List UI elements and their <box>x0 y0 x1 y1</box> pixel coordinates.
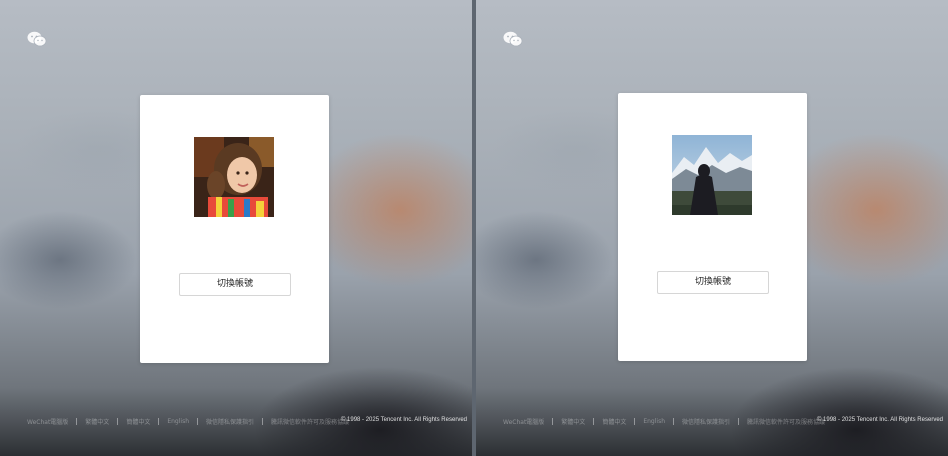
footer-link-wechat-pc[interactable]: WeChat電腦版 <box>503 417 544 426</box>
wechat-logo-icon <box>503 31 523 47</box>
footer-link-traditional-chinese[interactable]: 繁體中文 <box>561 417 585 426</box>
footer: WeChat電腦版 繁體中文 簡體中文 English 微信隱私保護指引 騰訊微… <box>27 417 467 431</box>
wechat-logo-icon <box>27 31 47 47</box>
copyright-text: © 1998 - 2025 Tencent Inc. All Rights Re… <box>816 417 943 423</box>
login-card: 切換帳號 <box>618 93 807 361</box>
footer-link-privacy[interactable]: 微信隱私保護指引 <box>682 417 730 426</box>
footer-link-simplified-chinese[interactable]: 簡體中文 <box>126 417 150 426</box>
footer-link-english[interactable]: English <box>167 418 189 425</box>
footer-separator <box>197 418 198 425</box>
footer-separator <box>262 418 264 425</box>
login-card: 切換帳號 <box>140 95 329 363</box>
footer: WeChat電腦版 繁體中文 簡體中文 English 微信隱私保護指引 騰訊微… <box>503 417 943 431</box>
footer-separator <box>117 418 119 425</box>
footer-separator <box>552 418 554 425</box>
login-panel-right: 切換帳號 WeChat電腦版 繁體中文 簡體中文 English 微信隱私保護指… <box>476 0 948 456</box>
switch-account-button[interactable]: 切換帳號 <box>657 271 769 294</box>
avatar-image <box>194 137 274 217</box>
footer-separator <box>738 418 740 425</box>
footer-links: WeChat電腦版 繁體中文 簡體中文 English 微信隱私保護指引 騰訊微… <box>503 417 825 426</box>
footer-link-english[interactable]: English <box>643 418 665 425</box>
footer-link-simplified-chinese[interactable]: 簡體中文 <box>602 417 626 426</box>
login-panel-left: 切換帳號 WeChat電腦版 繁體中文 簡體中文 English 微信隱私保護指… <box>0 0 472 456</box>
footer-link-privacy[interactable]: 微信隱私保護指引 <box>206 417 254 426</box>
switch-account-button[interactable]: 切換帳號 <box>179 273 291 296</box>
avatar <box>672 135 752 215</box>
footer-separator <box>673 418 674 425</box>
footer-links: WeChat電腦版 繁體中文 簡體中文 English 微信隱私保護指引 騰訊微… <box>27 417 349 426</box>
footer-separator <box>76 418 78 425</box>
footer-separator <box>158 418 160 425</box>
footer-separator <box>634 418 636 425</box>
screen: 切換帳號 WeChat電腦版 繁體中文 簡體中文 English 微信隱私保護指… <box>0 0 948 456</box>
footer-link-wechat-pc[interactable]: WeChat電腦版 <box>27 417 68 426</box>
avatar-image <box>672 135 752 215</box>
footer-link-license[interactable]: 騰訊微信軟件許可及服務協議 <box>271 417 349 426</box>
copyright-text: © 1998 - 2025 Tencent Inc. All Rights Re… <box>340 417 467 423</box>
avatar <box>194 137 274 217</box>
footer-separator <box>593 418 595 425</box>
footer-link-license[interactable]: 騰訊微信軟件許可及服務協議 <box>747 417 825 426</box>
footer-link-traditional-chinese[interactable]: 繁體中文 <box>85 417 109 426</box>
